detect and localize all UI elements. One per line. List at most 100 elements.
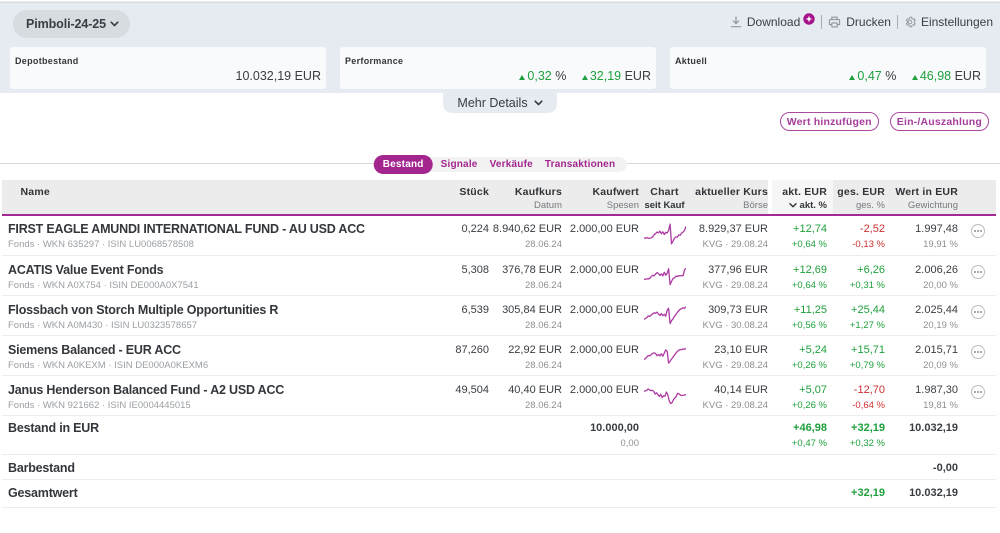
col-akt-sub[interactable]: akt. % [800,200,827,211]
stueck-value: 5,308 [461,263,489,276]
performance-pct: 0,32 % [519,69,566,83]
fund-name[interactable]: Siemens Balanced - EUR ACC [8,343,447,357]
spacer-cell [690,415,768,454]
fund-meta: Fonds · WKN A0M430 · ISIN LU0323578657 [8,319,198,331]
divider [896,15,898,29]
card-label: Performance [345,56,404,66]
spacer-cell [639,454,690,479]
bestand-wert: 10.032,19 [909,421,958,434]
barbestand-row: Barbestand -0,00 [2,454,996,479]
sparkline-chart[interactable] [643,220,686,247]
aktuell-pct-value: 0,47 [857,68,882,83]
download-label: Download [746,15,801,29]
fund-name[interactable]: ACATIS Value Event Fonds [8,263,447,277]
card-label: Depotbestand [15,56,79,66]
stueck-value: 87,260 [455,343,489,356]
print-label: Drucken [846,15,891,29]
row-menu-button[interactable] [971,384,985,399]
arrow-up-icon [519,74,526,80]
aktuell-amount-unit: EUR [954,68,981,83]
col-akt-eur[interactable]: akt. EUR [768,186,827,199]
card-aktuell: Aktuell 0,47 % 46,98 EUR [670,47,986,89]
tab-bestand[interactable]: Bestand [373,155,433,174]
sparkline-chart[interactable] [643,261,686,288]
row-menu-button[interactable] [971,264,985,279]
col-kaufkurs[interactable]: Kaufkurs [489,186,562,199]
wert-hinzufuegen-button[interactable]: Wert hinzufügen [779,112,879,131]
tabs-bar: Bestand Signale Verkäufe Transaktionen [0,155,1000,174]
table-row: Siemens Balanced - EUR ACC Fonds · WKN A0… [2,335,996,375]
fund-name[interactable]: Flossbach von Storch Multiple Opportunit… [8,303,447,317]
spacer-cell [639,415,690,454]
row-menu-button[interactable] [971,304,985,319]
gesamtwert-wert: 10.032,19 [909,486,958,499]
fund-name[interactable]: Janus Henderson Balanced Fund - A2 USD A… [8,383,447,397]
aktuell-amount: 46,98 EUR [911,68,981,83]
gewichtung-value: 19,91 % [923,239,958,250]
ellipsis-icon [974,350,982,353]
ein-auszahlung-button[interactable]: Ein-/Auszahlung [889,112,989,131]
kaufkurs-value: 305,84 EUR [502,303,562,316]
spacer-cell [690,454,768,479]
kauf-datum: 28.06.24 [525,359,562,371]
boerse-value: KVG · 29.08.24 [702,239,768,250]
sparkline-chart[interactable] [643,381,686,408]
tab-verkaeufe[interactable]: Verkäufe [484,157,539,172]
col-kurs[interactable]: aktueller Kurs [690,186,768,199]
kaufkurs-value: 22,92 EUR [508,343,562,356]
plus-star-badge-icon [803,13,815,25]
boerse-value: KVG · 29.08.24 [702,399,768,411]
akt-eur-value: +5,07 [799,383,827,396]
fund-meta: Fonds · WKN A0KEXM · ISIN DE000A0KEXM6 [8,359,209,371]
tab-signale[interactable]: Signale [435,157,484,172]
spacer-cell [768,454,833,479]
kaufwert-value: 2.000,00 EUR [569,303,639,316]
mehr-details-label: Mehr Details [457,96,528,110]
card-label: Aktuell [675,56,708,66]
col-ges-eur[interactable]: ges. EUR [833,186,885,199]
ellipsis-icon [974,270,982,273]
fund-meta: Fonds · WKN 635297 · ISIN LU0068578508 [8,239,194,250]
tab-group: Bestand Signale Verkäufe Transaktionen [373,155,627,174]
performance-amount-unit: EUR [624,68,651,83]
card-performance: Performance 0,32 % 32,19 EUR [340,47,656,89]
sparkline-chart[interactable] [643,301,686,328]
sparkline-chart[interactable] [643,341,686,368]
col-name[interactable]: Name [21,186,448,199]
col-ges-sub: ges. % [855,200,885,211]
stueck-value: 0,224 [461,223,489,235]
print-button[interactable]: Drucken [828,15,891,29]
col-wert-sub: Gewichtung [907,200,958,211]
gewichtung-value: 20,19 % [923,319,958,331]
mehr-details-button[interactable]: Mehr Details [443,93,557,113]
spacer-cell [447,454,489,479]
ellipsis-icon [974,310,982,313]
col-chart[interactable]: Chart [639,186,690,199]
stueck-value: 49,504 [455,383,489,396]
row-menu-button[interactable] [971,344,985,359]
performance-pct-unit: % [555,68,567,83]
row-menu-button[interactable] [971,224,985,238]
table-row: ACATIS Value Event Fonds Fonds · WKN A0X7… [2,255,996,295]
col-wert[interactable]: Wert in EUR [885,186,958,199]
spacer-cell [958,454,996,479]
col-kaufkurs-sub: Datum [534,200,562,211]
wert-value: 2.006,26 [915,263,958,276]
fund-name[interactable]: FIRST EAGLE AMUNDI INTERNATIONAL FUND - … [8,222,447,236]
wert-value: 1.997,48 [915,223,958,235]
barbestand-wert: -0,00 [932,461,958,474]
download-button[interactable]: Download [730,13,815,29]
kurs-value: 377,96 EUR [708,263,768,276]
fund-meta: Fonds · WKN A0X754 · ISIN DE000A0X7541 [8,279,199,291]
col-kurs-sub: Börse [743,200,768,211]
col-stueck[interactable]: Stück [447,186,489,199]
depot-selector[interactable]: Pimboli-24-25 [13,10,130,38]
akt-eur-value: +5,24 [799,343,827,356]
kauf-datum: 28.06.24 [525,399,562,411]
tab-transaktionen[interactable]: Transaktionen [539,157,621,172]
col-kaufwert[interactable]: Kaufwert [562,186,639,199]
settings-button[interactable]: Einstellungen [904,15,993,29]
spacer-cell [489,415,562,454]
download-icon [730,16,741,28]
ges-pct-value: +0,79 % [849,359,885,371]
